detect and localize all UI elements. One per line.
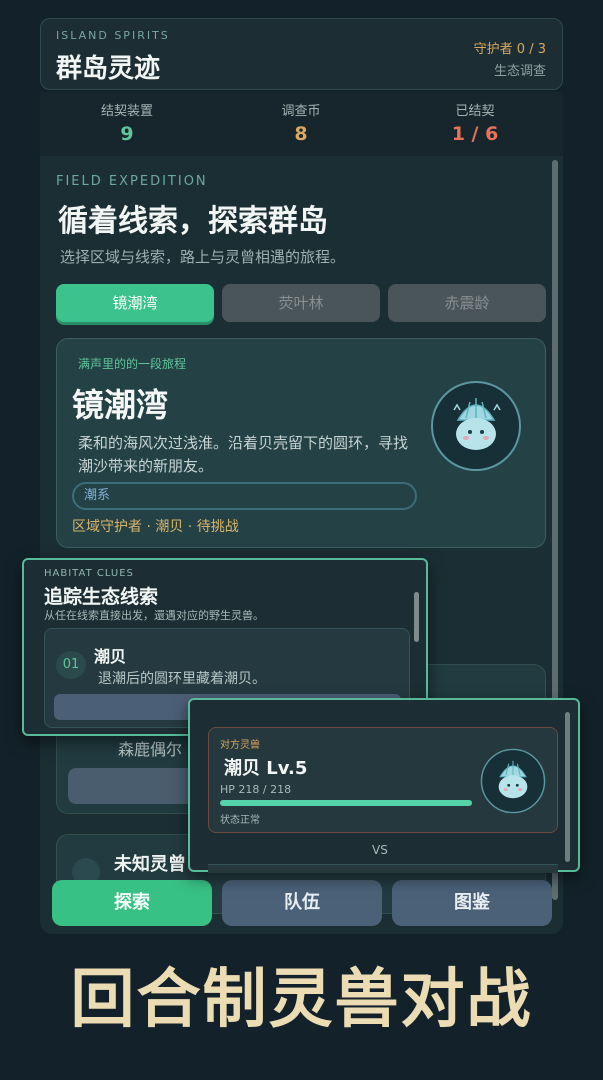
popup-scrollbar[interactable] <box>565 712 570 862</box>
stat-label: 结契装置 <box>100 104 153 119</box>
region-description: 柔和的海风次过浅淮。沿着贝壳留下的圆环，寻找潮沙带来的新朋友。 <box>78 434 409 475</box>
nav-team[interactable]: 队伍 <box>222 880 382 926</box>
promo-caption: 回合制灵兽对战 <box>70 963 533 1037</box>
shell-spirit-icon <box>431 381 521 471</box>
opponent-status: 状态正常 <box>220 815 260 826</box>
stat-devices: 结契装置 9 <box>40 92 214 145</box>
stat-value: 1 / 6 <box>451 123 499 145</box>
popup-description: 从任在线索直接出发，還遇对应的野生灵兽。 <box>44 609 264 622</box>
clue-button[interactable] <box>68 768 198 804</box>
tab-red-quake[interactable]: 赤震龄 <box>388 284 546 322</box>
stat-coins: 调查币 8 <box>214 92 388 145</box>
popup-eyebrow: HABITAT CLUES <box>44 568 134 579</box>
stat-label: 调查币 <box>281 104 321 119</box>
stat-value: 9 <box>120 123 134 145</box>
section-eyebrow: FIELD EXPEDITION <box>56 174 208 189</box>
nav-bestiary[interactable]: 图鉴 <box>392 880 552 926</box>
region-guardian-status: 区域守护者 · 潮贝 · 待挑战 <box>72 519 239 535</box>
section-description: 选择区域与线索，路上与灵曾相遇的旅程。 <box>60 248 346 266</box>
nav-explore[interactable]: 探索 <box>52 880 212 926</box>
vs-label: VS <box>372 843 388 857</box>
popup-scrollbar[interactable] <box>414 592 419 642</box>
opponent-name: 潮贝 Lv.5 <box>224 758 308 779</box>
section-title: 循着线索，探索群岛 <box>58 204 328 239</box>
opponent-label: 对方灵兽 <box>220 740 260 751</box>
app-subtitle: ISLAND SPIRITS <box>56 29 170 42</box>
clue-title: 未知灵曾 <box>114 854 186 875</box>
clue-number-badge: 01 <box>56 651 86 679</box>
stat-value: 8 <box>294 123 308 145</box>
player-card-edge <box>208 864 558 873</box>
clue-description: 退潮后的圆环里藏着潮贝。 <box>98 671 266 687</box>
hp-bar <box>220 800 472 806</box>
region-title: 镜潮湾 <box>72 386 169 424</box>
guardian-count: 守护者 0 / 3 <box>473 42 546 57</box>
app-title: 群岛灵迹 <box>56 54 161 84</box>
popup-title: 追踪生态线索 <box>44 586 159 608</box>
clue-name: 潮贝 <box>94 647 127 666</box>
clue-text: 森鹿偶尔 <box>118 740 183 759</box>
region-eyebrow: 满声里的的一段旅程 <box>78 357 187 371</box>
stat-label: 已结契 <box>455 104 495 119</box>
stat-contracted: 已结契 1 / 6 <box>388 92 562 145</box>
tab-mirror-bay[interactable]: 镜潮湾 <box>56 284 214 322</box>
mode-label: 生态调查 <box>493 64 546 79</box>
stats-bar: 结契装置 9 调查币 8 已结契 1 / 6 <box>40 92 563 156</box>
shell-spirit-icon <box>480 748 546 814</box>
element-tag: 潮系 <box>72 482 417 510</box>
opponent-hp: HP 218 / 218 <box>220 783 292 796</box>
tab-glow-forest[interactable]: 荧叶林 <box>222 284 380 322</box>
